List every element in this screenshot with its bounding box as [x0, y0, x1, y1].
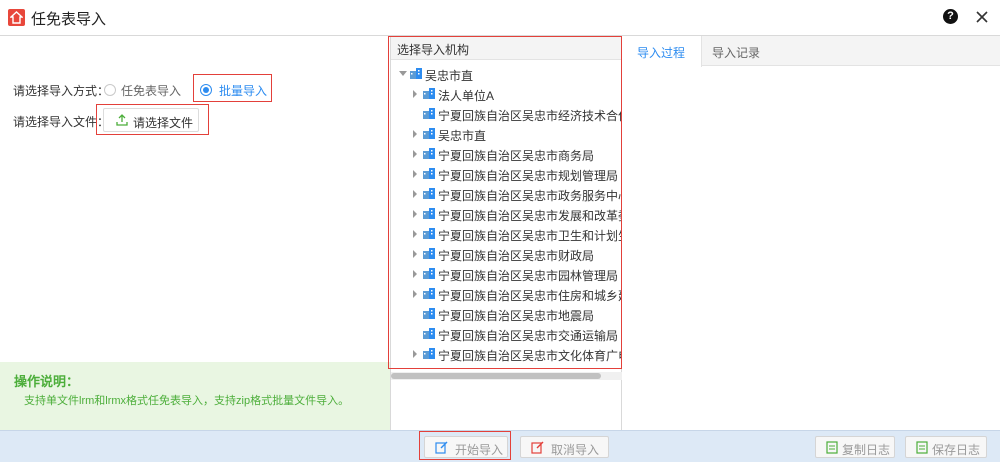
- cancel-import-label: 取消导入: [551, 443, 600, 457]
- save-log-button[interactable]: 保存日志: [905, 436, 987, 458]
- import-file-label: 请选择导入文件：: [13, 115, 110, 129]
- import-mode-label: 请选择导入方式：: [13, 84, 110, 98]
- tab-import-records[interactable]: 导入记录: [702, 36, 782, 66]
- tree-horizontal-scrollbar[interactable]: [391, 372, 622, 380]
- tab-import-process-label: 导入过程: [637, 46, 686, 60]
- upload-icon: [116, 114, 128, 129]
- copy-log-button[interactable]: 复制日志: [815, 436, 895, 458]
- cancel-icon: [531, 441, 544, 457]
- highlight-start-button: [419, 431, 511, 460]
- radio-batch-import[interactable]: [200, 84, 212, 96]
- copy-log-label: 复制日志: [842, 443, 891, 457]
- close-icon[interactable]: [972, 7, 992, 27]
- select-file-button[interactable]: 请选择文件: [103, 108, 199, 132]
- help-icon[interactable]: ?: [943, 9, 958, 24]
- save-log-label: 保存日志: [932, 443, 981, 457]
- select-file-button-label: 请选择文件: [133, 116, 194, 130]
- title-bar: 任免表导入 ?: [0, 0, 1000, 36]
- import-log-panel: 导入过程 导入记录: [622, 36, 1000, 430]
- tab-import-records-label: 导入记录: [712, 46, 761, 60]
- document-icon: [916, 441, 928, 457]
- app-logo-icon: [8, 9, 25, 26]
- tab-import-process[interactable]: 导入过程: [622, 36, 702, 67]
- highlight-org-tree: [388, 36, 622, 369]
- log-tabs: 导入过程 导入记录: [622, 36, 1000, 67]
- instructions-text: 支持单文件lrm和lrmx格式任免表导入，支持zip格式批量文件导入。: [24, 395, 350, 407]
- radio-batch-import-label[interactable]: 批量导入: [219, 82, 267, 99]
- instructions-box: 操作说明： 支持单文件lrm和lrmx格式任免表导入，支持zip格式批量文件导入…: [0, 362, 390, 430]
- scrollbar-thumb[interactable]: [391, 373, 601, 379]
- radio-single-import-label[interactable]: 任免表导入: [121, 82, 181, 99]
- cancel-import-button[interactable]: 取消导入: [520, 436, 609, 458]
- window-title: 任免表导入: [31, 11, 107, 28]
- dialog-footer: 开始导入 取消导入 复制日志 保存日志: [0, 430, 1000, 462]
- radio-single-import[interactable]: [104, 84, 116, 96]
- instructions-title: 操作说明：: [14, 374, 80, 389]
- document-icon: [826, 441, 838, 457]
